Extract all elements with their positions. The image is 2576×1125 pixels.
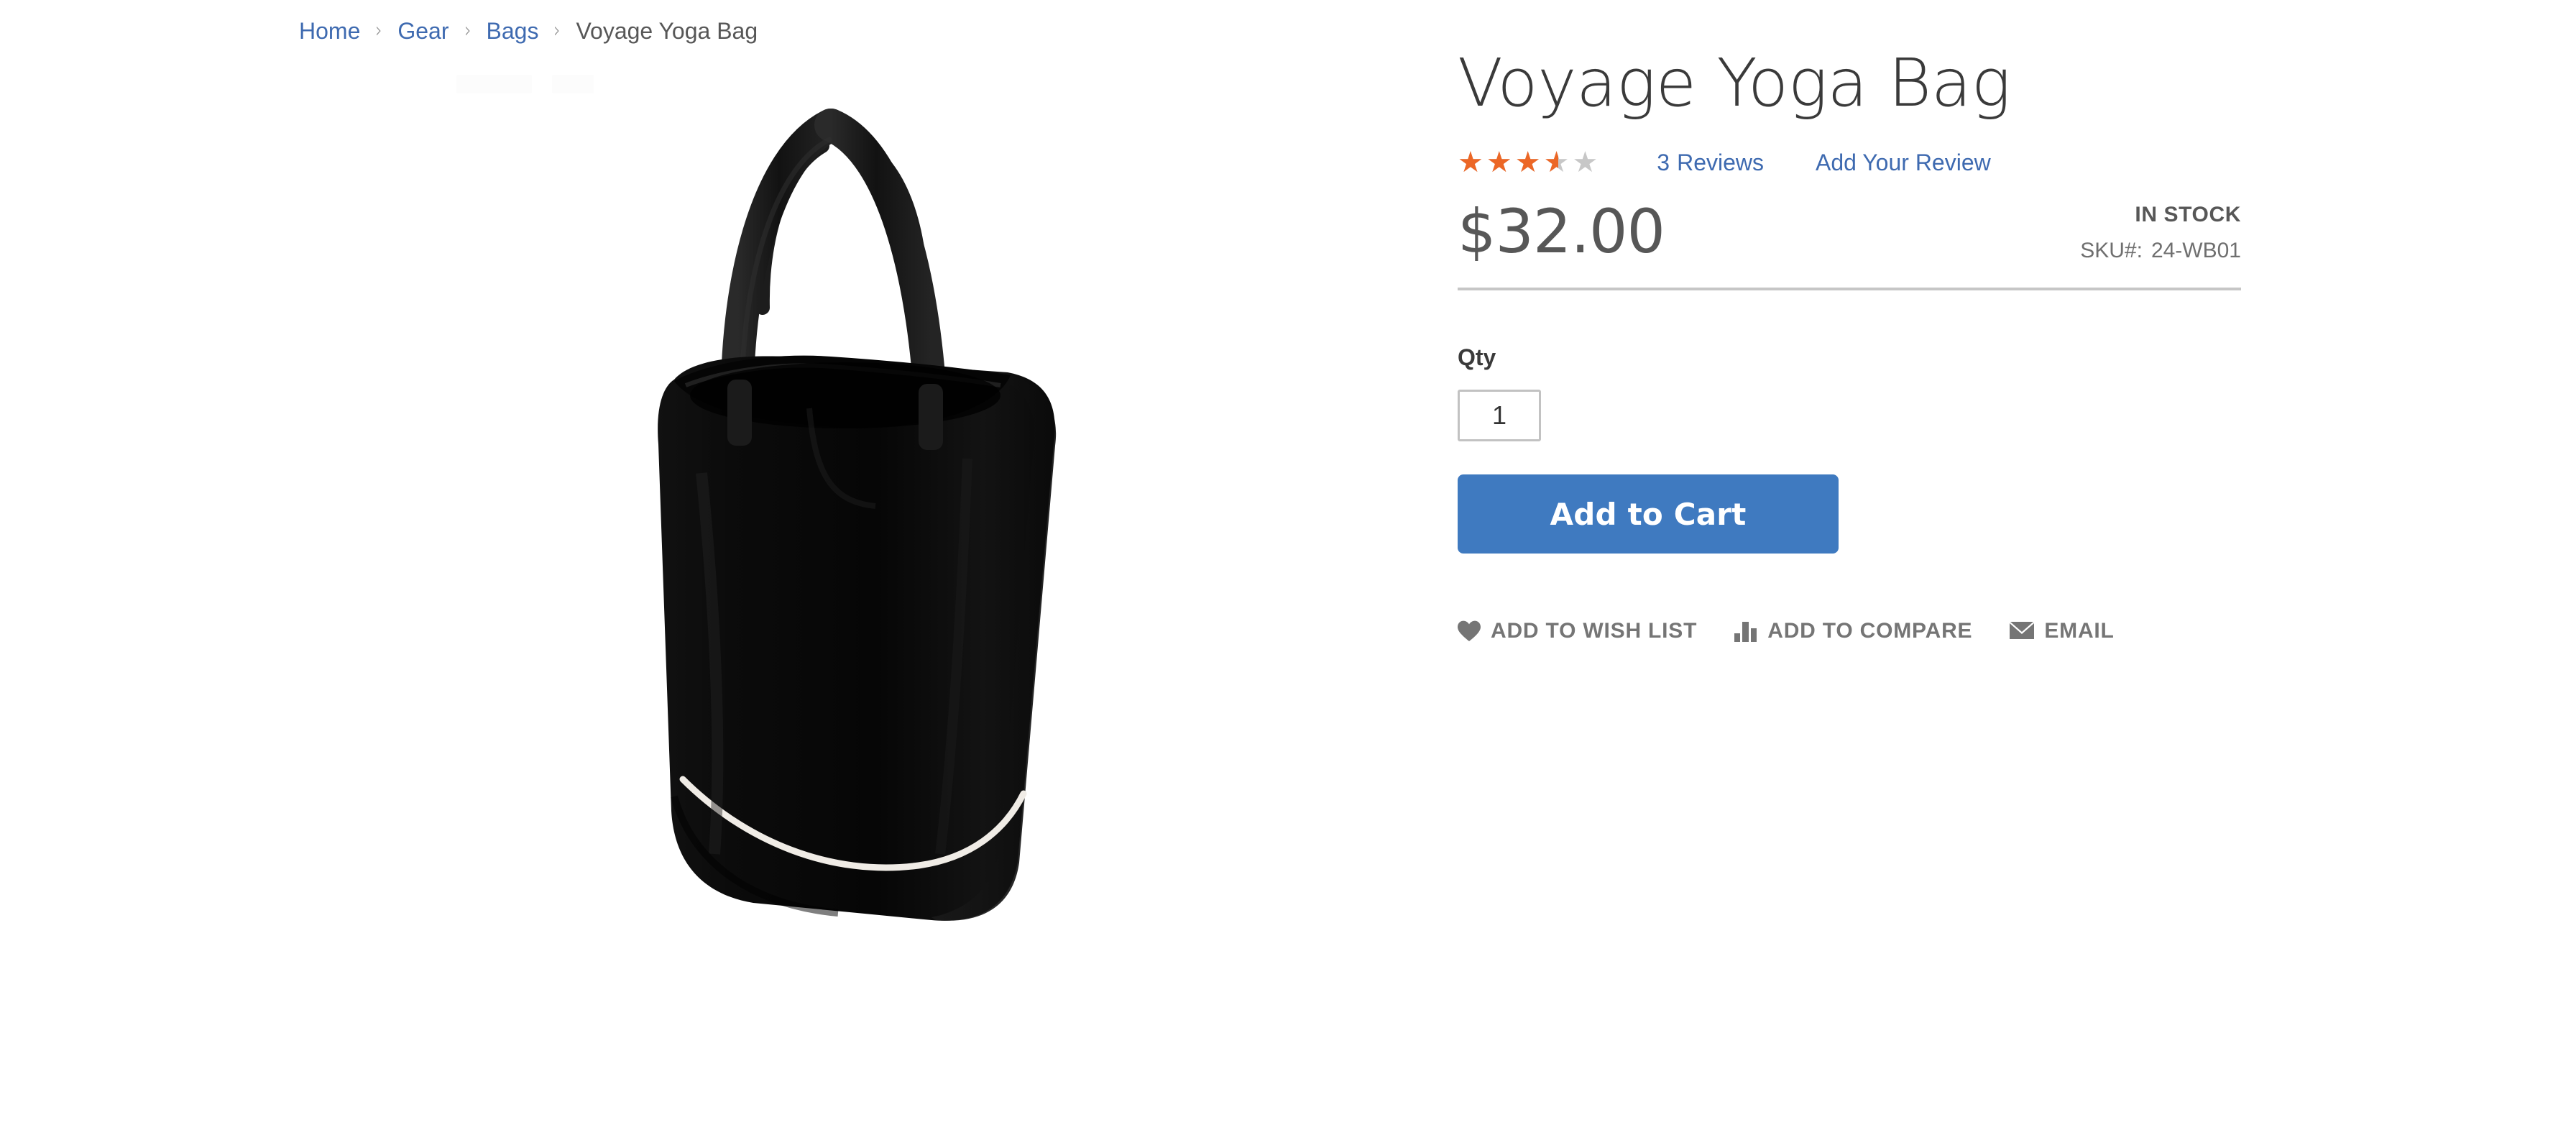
product-image[interactable] [299, 63, 1435, 1098]
bar-chart-icon [1734, 620, 1757, 642]
status-badge: IN STOCK [2135, 203, 2241, 226]
qty-label: Qty [1458, 344, 1496, 370]
add-to-wish-list-button[interactable]: Add to Wish List [1458, 618, 1697, 644]
email-label: Email [2044, 619, 2115, 643]
breadcrumb-item-gear[interactable]: Gear [397, 17, 448, 45]
page-title: Voyage Yoga Bag [1458, 45, 2011, 121]
product-gallery [299, 63, 1435, 1098]
breadcrumb: Home › Gear › Bags › Voyage Yoga Bag [299, 17, 758, 45]
voyage-yoga-bag-photo [594, 70, 1140, 962]
email-button[interactable]: Email [2010, 618, 2114, 644]
product-info-main: Voyage Yoga Bag ★★★★★ ★★★★★ 3 Reviews Add… [1458, 46, 2241, 647]
reviews-label: Reviews [1677, 150, 1765, 175]
breadcrumb-separator-icon: › [464, 18, 472, 43]
secondary-actions: Add to Wish List Add to Compare [1458, 615, 2241, 647]
stock-and-sku: IN STOCK SKU#: 24-WB01 [2080, 201, 2241, 265]
reviews-count: 3 [1657, 150, 1670, 175]
add-to-compare-button[interactable]: Add to Compare [1734, 618, 1972, 644]
breadcrumb-separator-icon: › [553, 18, 561, 43]
breadcrumb-item-home[interactable]: Home [299, 17, 360, 45]
product-sku: SKU#: 24-WB01 [2080, 237, 2241, 265]
product-detail-page: Home › Gear › Bags › Voyage Yoga Bag Voy… [0, 0, 2576, 1125]
sku-value: 24-WB01 [2150, 239, 2241, 262]
quantity-stepper[interactable] [1458, 390, 1541, 441]
add-your-review-link[interactable]: Add Your Review [1816, 148, 1991, 177]
rating-stars-filled: ★★★★★ [1458, 147, 1558, 178]
reviews-count-link[interactable]: 3 Reviews [1657, 148, 1764, 177]
breadcrumb-separator-icon: › [375, 18, 383, 43]
add-to-wish-list-label: Add to Wish List [1491, 619, 1698, 643]
price-and-stock: $32.00 IN STOCK SKU#: 24-WB01 [1458, 197, 2241, 290]
add-to-cart-button[interactable]: Add to Cart [1458, 474, 1839, 554]
sku-label: SKU#: [2080, 239, 2143, 262]
breadcrumb-item-current: Voyage Yoga Bag [576, 18, 758, 44]
product-reviews-summary: ★★★★★ ★★★★★ 3 Reviews Add Your Review [1458, 147, 2241, 178]
rating-stars[interactable]: ★★★★★ ★★★★★ [1458, 147, 1601, 178]
heart-icon [1458, 620, 1481, 642]
product-price: $32.00 [1458, 196, 1665, 267]
breadcrumb-item-bags[interactable]: Bags [487, 17, 539, 45]
envelope-icon [2010, 622, 2035, 640]
add-to-compare-label: Add to Compare [1767, 619, 1973, 643]
